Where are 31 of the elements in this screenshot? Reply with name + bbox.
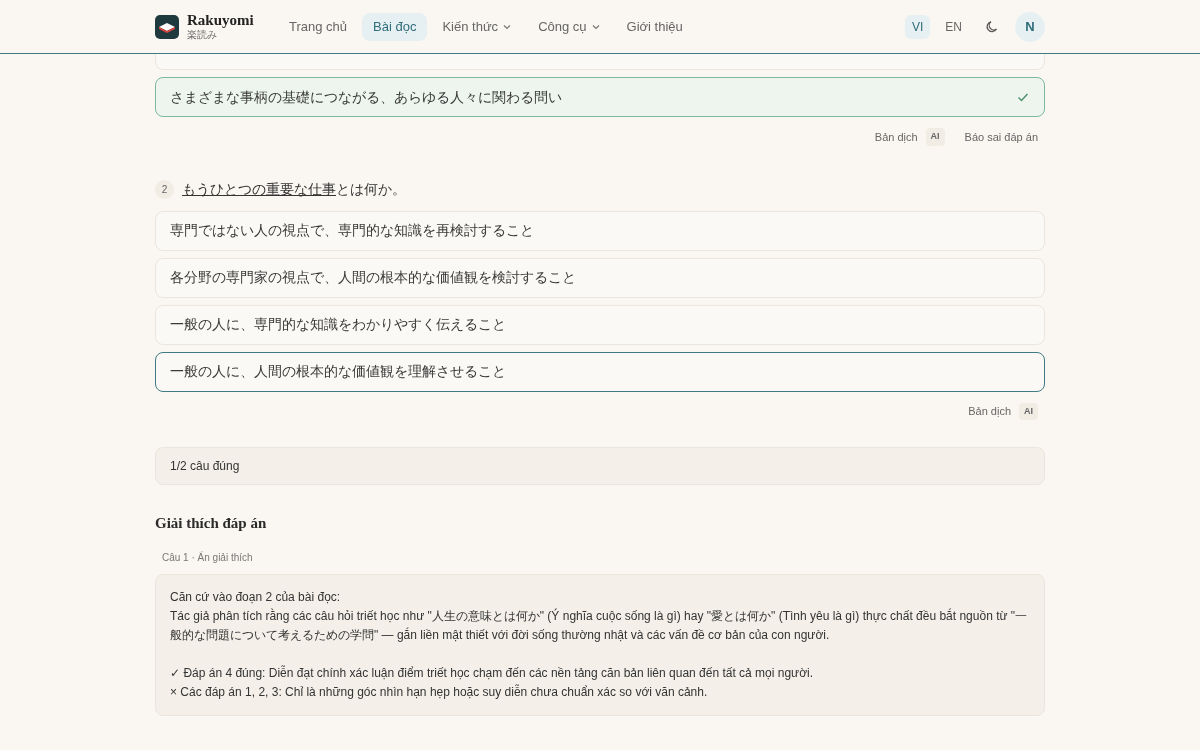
action-link[interactable]: Bản dịch [874,128,918,145]
user-avatar[interactable]: N [1015,11,1045,42]
language-button[interactable]: VI [905,14,931,39]
nav-item[interactable]: Giới thiệu [615,12,694,41]
nav-item[interactable]: Công cụ [527,12,612,41]
ai-badge: AI [925,128,945,146]
answer-option[interactable]: 一般の人に、人間の根本的な価値観を理解させること [155,351,1045,392]
section-heading: Giải thích đáp án [155,514,268,533]
answer-option[interactable]: 一般の人に、専門的な知識をわかりやすく伝えること [155,304,1045,345]
answer-option[interactable]: 専門ではない人の視点で、専門的な知識を再検討すること [155,210,1045,251]
explanation-text: Căn cứ vào đoạn 2 của bài đọc: [170,588,342,606]
score-summary: 1/2 câu đúng [155,447,1045,485]
language-button[interactable]: EN [938,14,969,39]
ai-badge: AI [1019,402,1038,420]
logo-subtitle: 楽読み [187,30,218,40]
book-logo-icon [155,14,179,39]
question-number: 2 [155,179,174,199]
nav-item[interactable]: Bài đọc [362,12,428,41]
action-link[interactable]: Bản dịch [968,403,1011,420]
toggle-explanation-link[interactable]: Câu 1 · Ẩn giải thích [162,549,253,565]
logo-text: Rakuyomi [187,13,254,28]
moon-icon [985,19,999,34]
question-prompt: もうひとつの重要な仕事とは何か。 [182,180,406,199]
answer-option[interactable]: さまざまな事柄の基礎につながる、あらゆる人々に関わる問い [155,77,1045,117]
explanation-text: ✓ Đáp án 4 đúng: Diễn đạt chính xác luận điểm triết học chạm đến các nền tảng căn bản liên quan đến tất cả mọi người. [170,664,815,682]
nav-item[interactable]: Kiến thức [431,12,524,41]
action-link[interactable]: Báo sai đáp án [964,128,1038,145]
explanation-text: × Các đáp án 1, 2, 3: Chỉ là những góc nhìn hạn hẹp hoặc suy diễn chưa chuẩn xác so với văn cảnh. [170,683,709,701]
explanation-text: Tác giả phân tích rằng các câu hỏi triết học như "人生の意味とは何か" (Ý nghĩa cuộc sống là gì) hay "愛とは何か" (Tình yêu là gì) thực chất đều bắt nguồn từ "一般的な問題について考えるための学問" — gắn liền mật thiết với đời sống thường nhật và các vấn đề cơ bản của con người. [170,607,1029,644]
nav-item[interactable]: Trang chủ [278,12,359,41]
answer-option[interactable]: 各分野の専門家の視点で、人間の根本的な価値観を検討すること [155,257,1045,298]
